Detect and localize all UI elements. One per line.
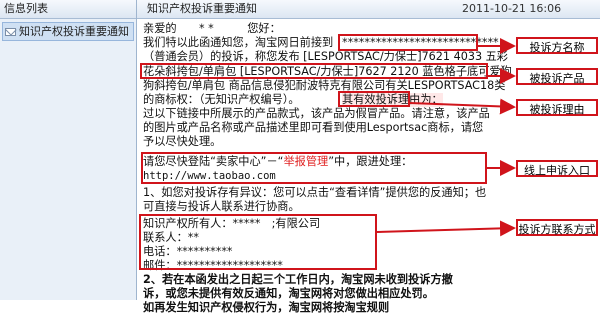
annotation-arrows — [376, 38, 516, 237]
warning-line: 如再发生知识产权侵权行为，淘宝网将按淘宝规则 — [143, 301, 390, 314]
callout-reason: 被投诉理由 — [516, 99, 598, 116]
callout-online-entry: 线上申诉入口 — [516, 160, 598, 177]
callout-product: 被投诉产品 — [516, 68, 598, 85]
callout-contact: 投诉方联系方式 — [516, 219, 598, 236]
callout-complainant: 投诉方名称 — [516, 37, 598, 54]
